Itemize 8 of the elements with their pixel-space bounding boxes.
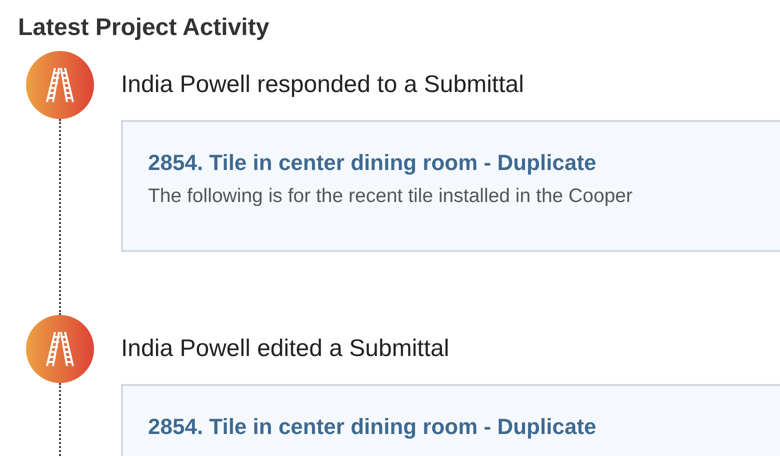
ladder-icon (44, 67, 74, 103)
submittal-description: The following is for the recent tile installed in the Cooper (148, 185, 634, 208)
activity-summary: India Powell responded to a Submittal (121, 70, 525, 100)
section-heading: Latest Project Activity (18, 13, 270, 43)
activity-summary: India Powell edited a Submittal (121, 334, 450, 364)
ladder-icon (44, 331, 74, 367)
submittal-link[interactable]: 2854. Tile in center dining room - Duplicate (148, 414, 780, 440)
submittal-link[interactable]: 2854. Tile in center dining room - Duplicate (148, 150, 780, 176)
